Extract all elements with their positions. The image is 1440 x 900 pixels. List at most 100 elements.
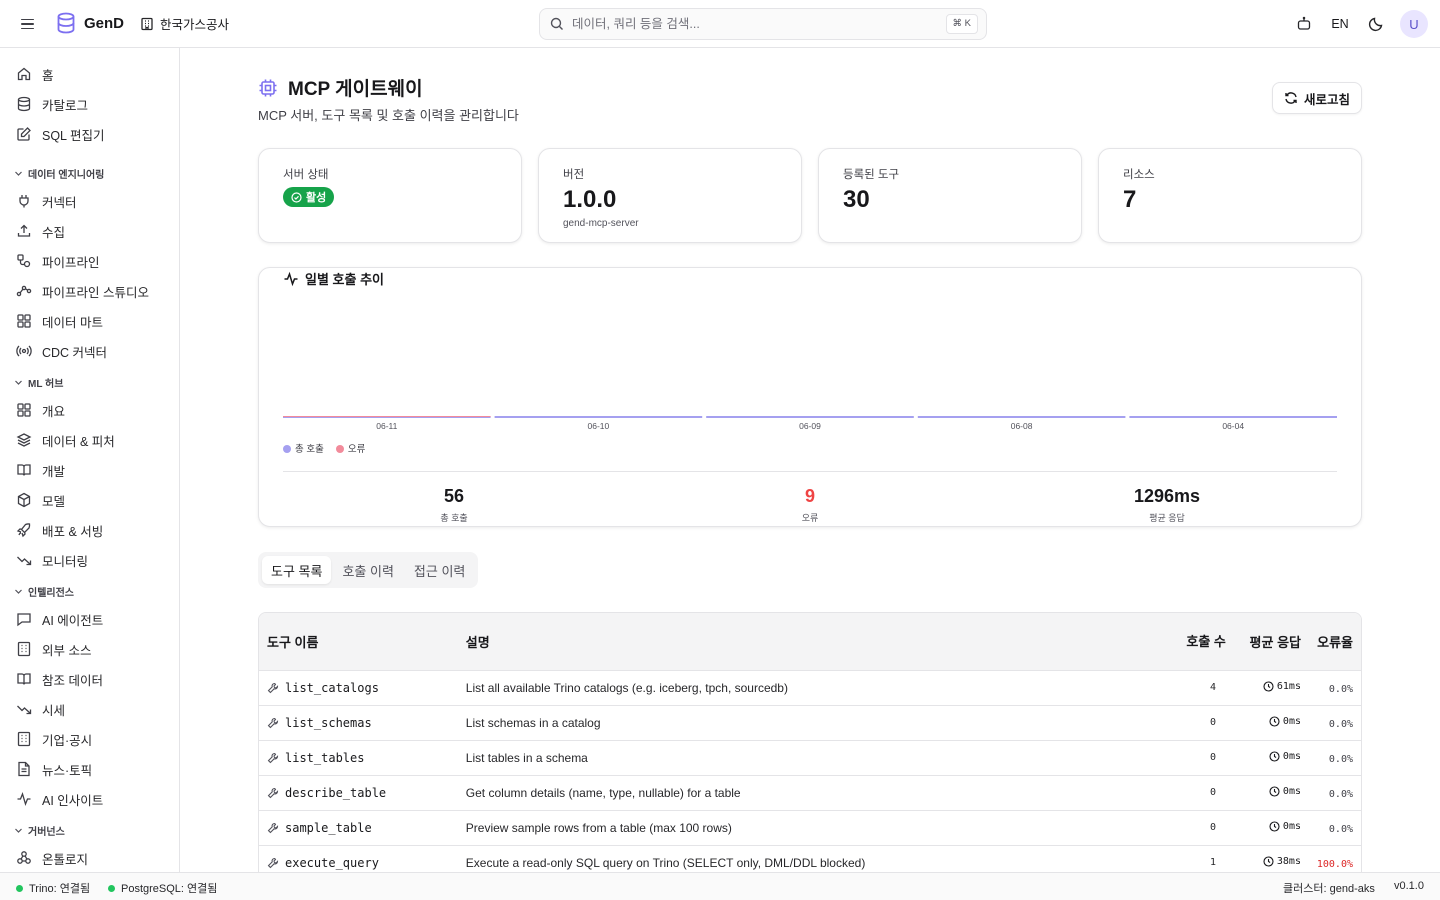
column-header-description[interactable]: 설명 [465,613,1183,671]
tool-error-rate: 0.0% [1328,788,1353,800]
chevron-down-icon [15,171,22,176]
sidebar-item-connector[interactable]: 커넥터 [16,189,77,213]
message-icon [17,613,31,627]
chart-bar-total-calls[interactable] [917,416,1126,418]
sidebar-item-pipeline[interactable]: 파이프라인 [16,249,100,273]
tool-error-rate: 0.0% [1328,753,1353,765]
tab-call-history[interactable]: 호출 이력 [333,556,402,584]
sidebar-item-news-topic[interactable]: 뉴스·토픽 [16,757,92,781]
table-row[interactable]: list_schemas List schemas in a catalog 0 0m… [259,705,1361,741]
moon-icon[interactable] [1358,10,1394,38]
legend-total-calls: 총 호출 [283,441,324,455]
building-icon [17,731,31,747]
search-input[interactable] [572,17,932,31]
tool-description: Preview sample rows from a table (max 10… [465,810,1183,846]
check-circle-icon [291,191,302,203]
chart-title: 일별 호출 추이 [283,269,384,288]
org-selector[interactable]: 한국가스공사 [140,14,229,33]
search-box[interactable]: ⌘ K [539,8,987,40]
legend-errors: 오류 [335,441,365,455]
clock-icon [1263,680,1274,692]
section-data-engineering[interactable]: 데이터 엔지니어링 [14,165,104,181]
sidebar-item-external-source[interactable]: 외부 소스 [16,637,91,661]
column-header-name[interactable]: 도구 이름 [259,613,466,671]
tab-access-history[interactable]: 접근 이력 [405,556,474,584]
tool-name: list_schemas [285,715,372,730]
column-header-avg-response[interactable]: 평균 응답 [1230,613,1305,671]
wrench-icon [267,822,279,833]
home-icon [17,67,31,81]
tab-tool-list[interactable]: 도구 목록 [262,556,332,584]
sidebar-item-company-disclosure[interactable]: 기업·공시 [16,727,92,751]
tool-calls: 4 [1182,670,1231,706]
sidebar-item-ingest[interactable]: 수집 [16,219,65,243]
stat-card-resources: 리소스 7 [1098,148,1362,243]
bot-icon[interactable] [1286,10,1322,38]
database-logo-icon [57,12,75,34]
summary-total-calls: 56 총 호출 [440,486,468,523]
tool-name: execute_query [285,855,379,870]
chevron-down-icon [15,589,22,594]
sidebar-item-data-mart[interactable]: 데이터 마트 [16,309,103,333]
tool-calls: 0 [1182,740,1231,776]
table-row[interactable]: describe_table Get column details (name, … [259,775,1361,811]
table-row[interactable]: sample_table Preview sample rows from a t… [259,810,1361,846]
tool-error-rate: 0.0% [1328,823,1353,835]
status-bar: Trino: 연결됨 PostgreSQL: 연결됨 클러스터: gend-ak… [0,872,1440,900]
wrench-icon [267,717,279,728]
sidebar-item-home[interactable]: 홈 [16,62,54,86]
tool-error-rate: 100.0% [1316,858,1353,870]
table-row[interactable]: execute_query Execute a read-only SQL que… [259,845,1361,872]
sidebar-item-deploy-serving[interactable]: 배포 & 서빙 [16,518,103,542]
chart-bar-total-calls[interactable] [1129,416,1337,418]
table-row[interactable]: list_tables List tables in a schema 0 0ms 0.… [259,740,1361,776]
sidebar-item-ai-insight[interactable]: AI 인사이트 [16,787,103,811]
section-governance[interactable]: 거버넌스 [14,822,65,838]
summary-avg-response: 1296ms 평균 응답 [1133,486,1201,523]
section-ml-hub[interactable]: ML 허브 [14,374,63,390]
tool-description: List schemas in a catalog [465,705,1183,741]
chart-bar-errors[interactable] [283,416,491,417]
column-header-calls[interactable]: 호출 수 [1182,613,1231,671]
tool-avg-response: 61ms [1276,680,1301,692]
tool-calls: 0 [1182,775,1231,811]
cpu-icon [259,79,277,96]
sidebar-item-reference-data[interactable]: 참조 데이터 [16,667,103,691]
table-row[interactable]: list_catalogs List all available Trino ca… [259,670,1361,706]
activity-icon [284,271,298,286]
sidebar-item-monitoring[interactable]: 모니터링 [16,548,88,572]
sidebar-item-pipeline-studio[interactable]: 파이프라인 스튜디오 [16,279,149,303]
menu-icon[interactable] [18,14,38,34]
sidebar-item-sql-editor[interactable]: SQL 편집기 [16,122,105,146]
sidebar-item-model[interactable]: 모델 [16,488,65,512]
sidebar-item-ai-agent[interactable]: AI 에이전트 [16,607,103,631]
sidebar-item-develop[interactable]: 개발 [16,458,65,482]
refresh-icon [1285,92,1297,104]
wrench-icon [267,787,279,798]
column-header-error-rate[interactable]: 오류율 [1304,613,1361,671]
tab-list: 도구 목록 호출 이력 접근 이력 [258,552,479,588]
status-dot [108,884,115,892]
wrench-icon [267,752,279,763]
brand-logo[interactable]: GenD [56,12,124,34]
section-intelligence[interactable]: 인텔리전스 [14,583,74,599]
sidebar-item-ontology[interactable]: 온톨로지 [16,846,88,870]
trend-down-icon [17,705,32,715]
chart-bar-total-calls[interactable] [494,416,703,418]
language-toggle[interactable]: EN [1322,17,1358,31]
sidebar-item-data-features[interactable]: 데이터 & 피처 [16,428,115,452]
refresh-button[interactable]: 새로고침 [1272,82,1362,114]
x-tick-label: 06-08 [1011,421,1033,431]
summary-errors: 9 오류 [801,486,819,523]
trend-down-icon [17,556,32,566]
chart-bar-total-calls[interactable] [706,416,914,418]
sidebar-item-cdc-connector[interactable]: CDC 커넥터 [16,339,107,363]
stat-card-registered-tools: 등록된 도구 30 [818,148,1082,243]
trino-status: Trino: 연결됨 [16,880,90,896]
sidebar-item-overview[interactable]: 개요 [16,398,65,422]
tool-calls: 0 [1182,705,1231,741]
tool-calls: 0 [1182,810,1231,846]
avatar[interactable]: U [1400,10,1428,38]
sidebar-item-market-price[interactable]: 시세 [16,697,65,721]
sidebar-item-catalog[interactable]: 카탈로그 [16,92,88,116]
